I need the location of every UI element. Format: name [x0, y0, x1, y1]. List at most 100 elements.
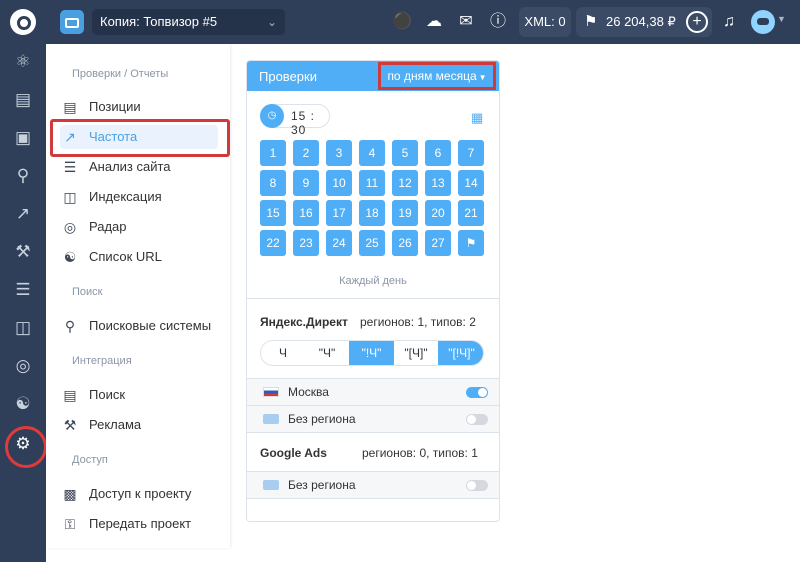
globe-icon: [263, 414, 279, 424]
menu-item-url-list[interactable]: ☯ Список URL: [60, 245, 218, 269]
day-button[interactable]: 27: [425, 230, 451, 256]
bell-icon[interactable]: ♫: [718, 11, 740, 33]
avatar[interactable]: [751, 10, 775, 34]
hammer-icon[interactable]: ⚒: [9, 238, 37, 266]
menu-group-integration: Интеграция: [72, 355, 132, 367]
menu-item-label: Позиции: [89, 99, 141, 114]
menu-item-label: Реклама: [89, 417, 142, 432]
globe-icon: [263, 480, 279, 490]
bar-chart-icon: ▤: [63, 387, 77, 403]
balance-amount: 26 204,38 ₽: [606, 14, 676, 29]
clock-icon: ◷: [260, 104, 284, 128]
day-button[interactable]: 17: [326, 200, 352, 226]
day-button[interactable]: 2: [293, 140, 319, 166]
add-funds-icon[interactable]: +: [686, 11, 708, 33]
region-toggle[interactable]: [466, 414, 488, 425]
region-row: Без региона: [247, 472, 499, 498]
day-button[interactable]: 22: [260, 230, 286, 256]
match-type-exact-form[interactable]: "!Ч": [349, 341, 394, 365]
site-analysis-icon[interactable]: ☰: [9, 276, 37, 304]
settings-gear-icon[interactable]: ⚙: [5, 426, 47, 468]
day-button[interactable]: 26: [392, 230, 418, 256]
project-selector[interactable]: Копия: Топвизор #5 ⌄: [92, 9, 285, 35]
region-toggle[interactable]: [466, 480, 488, 491]
trend-line-icon[interactable]: ↗: [9, 200, 37, 228]
google-ads-title: Google Ads: [260, 446, 327, 460]
last-day-button[interactable]: ⚑: [458, 230, 484, 256]
project-name: Копия: Топвизор #5: [100, 14, 218, 29]
menu-item-indexing[interactable]: ◫ Индексация: [60, 185, 218, 209]
day-button[interactable]: 18: [359, 200, 385, 226]
menu-item-label: Передать проект: [89, 516, 192, 531]
menu-item-site-analysis[interactable]: ☰ Анализ сайта: [60, 155, 218, 179]
day-button[interactable]: 4: [359, 140, 385, 166]
atom-icon[interactable]: ⚛: [9, 48, 37, 76]
google-ads-meta: регионов: 0, типов: 1: [362, 446, 478, 460]
match-type-phrase[interactable]: "Ч": [305, 341, 349, 365]
menu-item-ads[interactable]: ⚒ Реклама: [60, 413, 218, 437]
day-button[interactable]: 7: [458, 140, 484, 166]
menu-item-search[interactable]: ▤ Поиск: [60, 383, 218, 407]
menu-item-radar[interactable]: ◎ Радар: [60, 215, 218, 239]
chevron-down-icon[interactable]: ▼: [777, 14, 786, 24]
day-button[interactable]: 20: [425, 200, 451, 226]
radar-icon[interactable]: ◎: [9, 352, 37, 380]
day-button[interactable]: 9: [293, 170, 319, 196]
checks-panel: Проверки по дням месяца ▼ ◷ 15 : 30 ▦ 123…: [246, 60, 500, 522]
balance[interactable]: ⚑ 26 204,38 ₽ +: [576, 7, 712, 37]
every-day-label[interactable]: Каждый день: [247, 275, 499, 287]
match-type-broad[interactable]: Ч: [261, 341, 305, 365]
app-logo[interactable]: [10, 9, 36, 35]
menu-item-label: Доступ к проекту: [89, 486, 192, 501]
trophy-icon[interactable]: ⚲: [9, 162, 37, 190]
mail-icon[interactable]: ✉: [455, 11, 477, 33]
grid-icon[interactable]: ▦: [471, 111, 485, 125]
bar-chart-icon[interactable]: ▤: [9, 86, 37, 114]
day-button[interactable]: 24: [326, 230, 352, 256]
menu-item-label: Радар: [89, 219, 127, 234]
xml-limits[interactable]: XML: 0: [519, 7, 571, 37]
incognito-icon[interactable]: ⚫: [391, 11, 413, 33]
schedule-mode-dropdown[interactable]: по дням месяца ▼: [378, 62, 496, 90]
menu-item-search-engines[interactable]: ⚲ Поисковые системы: [60, 314, 218, 338]
cloud-upload-icon[interactable]: ☁: [423, 11, 445, 33]
day-button[interactable]: 5: [392, 140, 418, 166]
match-type-order[interactable]: "[Ч]": [394, 341, 438, 365]
time-picker[interactable]: ◷ 15 : 30: [260, 104, 330, 137]
day-button[interactable]: 1: [260, 140, 286, 166]
sitemap-icon[interactable]: ☯: [9, 390, 37, 418]
day-button[interactable]: 8: [260, 170, 286, 196]
day-button[interactable]: 25: [359, 230, 385, 256]
day-button[interactable]: 6: [425, 140, 451, 166]
day-button[interactable]: 14: [458, 170, 484, 196]
day-button[interactable]: 21: [458, 200, 484, 226]
panel-title: Проверки: [259, 69, 317, 84]
match-type-exact-order[interactable]: "[!Ч]": [438, 341, 483, 365]
day-button[interactable]: 23: [293, 230, 319, 256]
piggy-bank-icon: ⚑: [584, 13, 598, 30]
lock-icon: ▩: [63, 486, 77, 502]
top-bar: Копия: Топвизор #5 ⌄ ⚫ ☁ ✉ ⓘ XML: 0 ⚑ 26…: [0, 0, 800, 44]
map-pin-icon: ⚲: [64, 318, 76, 334]
day-button[interactable]: 13: [425, 170, 451, 196]
menu-item-label: Поиск: [89, 387, 126, 402]
region-name: Москва: [288, 385, 329, 399]
briefcase-icon[interactable]: [60, 10, 84, 34]
match-types: Ч "Ч" "!Ч" "[Ч]" "[!Ч]": [260, 340, 484, 366]
nav-rail: ⚛ ▤ ▣ ⚲ ↗ ⚒ ☰ ◫ ◎ ☯ ⚙: [0, 44, 47, 562]
day-button[interactable]: 11: [359, 170, 385, 196]
menu-item-positions[interactable]: ▤ Позиции: [60, 95, 218, 119]
camera-icon[interactable]: ▣: [9, 124, 37, 152]
day-button[interactable]: 3: [326, 140, 352, 166]
menu-item-transfer-project[interactable]: ⚿ Передать проект: [60, 512, 218, 536]
inbox-icon[interactable]: ◫: [9, 314, 37, 342]
day-button[interactable]: 19: [392, 200, 418, 226]
day-button[interactable]: 10: [326, 170, 352, 196]
day-button[interactable]: 15: [260, 200, 286, 226]
divider: [247, 498, 499, 499]
day-button[interactable]: 16: [293, 200, 319, 226]
day-button[interactable]: 12: [392, 170, 418, 196]
help-icon[interactable]: ⓘ: [487, 11, 509, 33]
region-toggle[interactable]: [466, 387, 488, 398]
menu-item-project-access[interactable]: ▩ Доступ к проекту: [60, 482, 218, 506]
